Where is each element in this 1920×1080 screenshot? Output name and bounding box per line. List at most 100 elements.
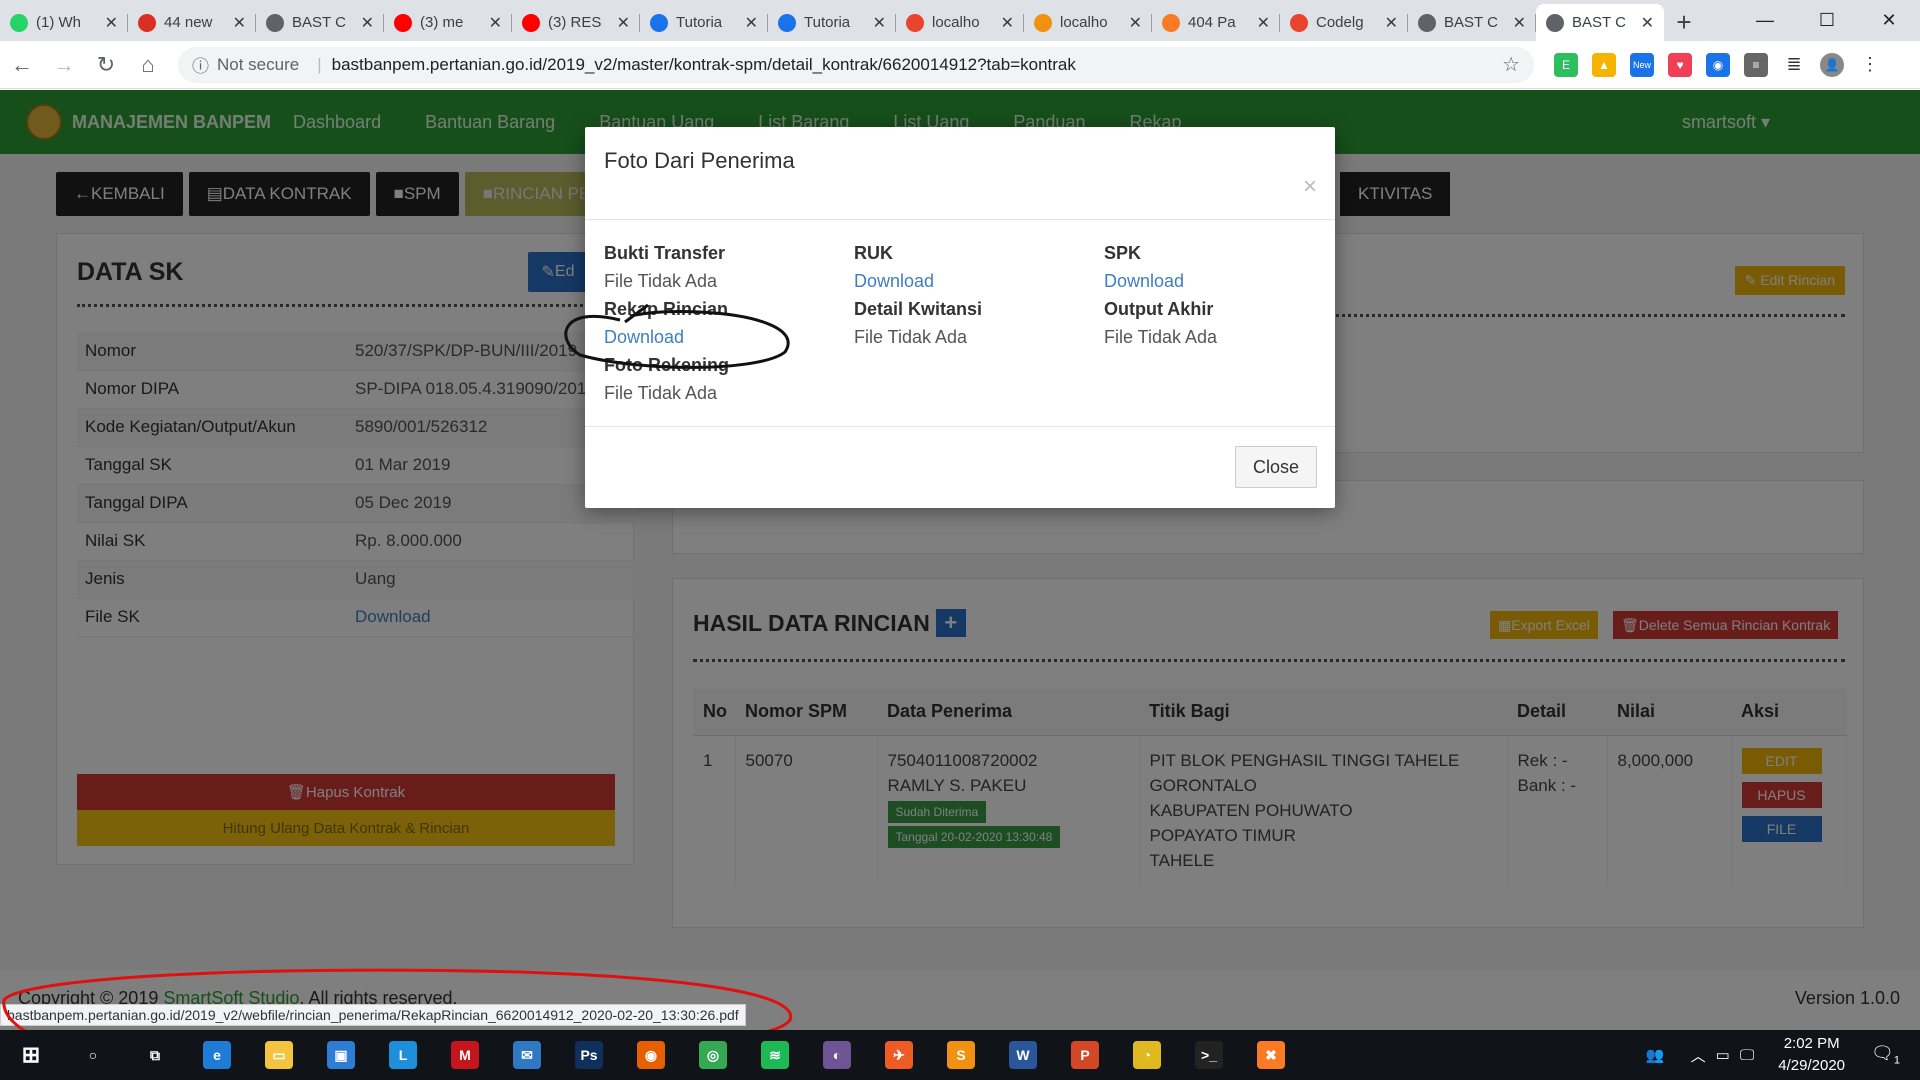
maximize-icon[interactable]: ☐ [1796, 0, 1858, 41]
security-label[interactable]: Not secure [217, 55, 299, 75]
browser-tab[interactable]: 404 Pa ✕ [1152, 4, 1280, 41]
close-window-icon[interactable]: ✕ [1858, 0, 1920, 41]
close-tab-icon[interactable]: ✕ [1385, 13, 1398, 33]
file-heading: Output Akhir [1104, 299, 1214, 319]
taskbar-app[interactable]: ◔ [1116, 1030, 1178, 1080]
shield-extension-icon[interactable]: ◉ [1706, 52, 1730, 77]
minimize-icon[interactable]: — [1734, 0, 1796, 41]
taskbar-app[interactable]: P [1054, 1030, 1116, 1080]
browser-tab[interactable]: BAST C ✕ [1536, 4, 1664, 41]
pocket-icon[interactable]: ♥ [1668, 52, 1692, 77]
browser-tab[interactable]: localho ✕ [896, 4, 1024, 41]
people-icon[interactable]: 👥 [1646, 1046, 1665, 1064]
file-explorer-icon: ▭ [265, 1041, 293, 1069]
task-view-icon: ⧉ [141, 1041, 169, 1069]
menu-kebab-icon[interactable]: ⋮ [1858, 52, 1882, 77]
evernote-icon[interactable]: E [1554, 52, 1578, 77]
tab-title: BAST C [292, 14, 346, 31]
globe-icon [1418, 13, 1436, 32]
tab-title: localho [1060, 14, 1108, 31]
browser-tab[interactable]: Codelg ✕ [1280, 4, 1408, 41]
home-icon[interactable]: ⌂ [128, 45, 168, 85]
bookmark-star-icon[interactable]: ☆ [1502, 52, 1520, 77]
modal-close-button[interactable]: Close [1235, 446, 1317, 488]
browser-tab[interactable]: BAST C ✕ [256, 4, 384, 41]
taskbar-app[interactable]: W [992, 1030, 1054, 1080]
taskbar-app[interactable]: Ps [558, 1030, 620, 1080]
new-tab-icon[interactable]: + [1664, 4, 1704, 41]
modal-divider [585, 426, 1335, 427]
taskbar-app[interactable]: ≋ [744, 1030, 806, 1080]
chrome-icon: ◎ [699, 1041, 727, 1069]
close-tab-icon[interactable]: ✕ [1001, 13, 1014, 33]
mcafee-icon: M [451, 1041, 479, 1069]
taskbar-app[interactable]: ✖ [1240, 1030, 1302, 1080]
gmail-icon [138, 13, 156, 32]
browser-tab[interactable]: Tutoria ✕ [640, 4, 768, 41]
taskbar-app[interactable]: ✈ [868, 1030, 930, 1080]
browser-tab-strip: (1) Wh ✕ 44 new ✕ BAST C ✕ (3) me ✕ (3) RES ✕ Tuto… [0, 0, 1920, 41]
browser-tab[interactable]: (3) me ✕ [384, 4, 512, 41]
taskbar-app[interactable]: e [186, 1030, 248, 1080]
close-tab-icon[interactable]: ✕ [233, 13, 246, 33]
close-tab-icon[interactable]: ✕ [1129, 13, 1142, 33]
taskbar-app[interactable]: ◉ [620, 1030, 682, 1080]
youtube-icon [522, 13, 540, 32]
close-tab-icon[interactable]: ✕ [617, 13, 630, 33]
tab-title: (3) me [420, 14, 464, 31]
browser-tab[interactable]: localho ✕ [1024, 4, 1152, 41]
download-link[interactable]: Download [1104, 268, 1354, 296]
close-tab-icon[interactable]: ✕ [361, 13, 374, 33]
url-text[interactable]: bastbanpem.pertanian.go.id/2019_v2/maste… [332, 55, 1502, 75]
close-tab-icon[interactable]: ✕ [489, 13, 502, 33]
file-heading: Bukti Transfer [604, 243, 726, 263]
address-bar[interactable]: ⓘ Not secure | bastbanpem.pertanian.go.i… [178, 46, 1534, 83]
tray-chevron-icon[interactable]: ︿ [1691, 1045, 1706, 1066]
github-icon: ◐ [823, 1041, 851, 1069]
close-tab-icon[interactable]: ✕ [105, 13, 118, 33]
taskbar-app[interactable]: L [372, 1030, 434, 1080]
browser-tab[interactable]: (1) Wh ✕ [0, 4, 128, 41]
forward-icon[interactable]: → [44, 45, 84, 85]
taskbar-app[interactable]: ▭ [248, 1030, 310, 1080]
browser-tab[interactable]: (3) RES ✕ [512, 4, 640, 41]
notification-icon[interactable]: 🗨1 [1871, 1043, 1900, 1067]
start-button[interactable]: ⊞ [0, 1030, 62, 1080]
tab-title: Tutoria [676, 14, 723, 31]
extension-new-icon[interactable]: New [1630, 52, 1654, 77]
taskbar-app[interactable]: M [434, 1030, 496, 1080]
info-icon[interactable]: ⓘ [192, 52, 209, 77]
taskbar-app[interactable]: ○ [62, 1030, 124, 1080]
profile-avatar[interactable]: 👤 [1820, 52, 1844, 77]
close-tab-icon[interactable]: ✕ [873, 13, 886, 33]
queue-icon[interactable]: ≣ [1782, 52, 1806, 77]
system-tray: 👥 ︿ ▭ 🖵 2:02 PM 4/29/2020 🗨1 [1646, 1030, 1920, 1080]
close-tab-icon[interactable]: ✕ [1641, 13, 1654, 33]
reload-icon[interactable]: ↻ [86, 45, 126, 85]
browser-tab[interactable]: 44 new ✕ [128, 4, 256, 41]
reader-extension-icon[interactable]: ≡ [1744, 52, 1768, 77]
taskbar-app[interactable]: ◐ [806, 1030, 868, 1080]
clock[interactable]: 2:02 PM 4/29/2020 [1778, 1033, 1845, 1077]
tab-title: 44 new [164, 14, 213, 31]
network-icon[interactable]: 🖵 [1740, 1047, 1754, 1064]
taskbar-app[interactable]: ▣ [310, 1030, 372, 1080]
close-tab-icon[interactable]: ✕ [745, 13, 758, 33]
back-icon[interactable]: ← [2, 45, 42, 85]
close-tab-icon[interactable]: ✕ [1257, 13, 1270, 33]
battery-icon[interactable]: ▭ [1716, 1046, 1730, 1064]
modal-close-icon[interactable]: × [1303, 173, 1317, 201]
browser-tab[interactable]: Tutoria ✕ [768, 4, 896, 41]
download-link[interactable]: Download [854, 268, 1104, 296]
download-link[interactable]: Download [604, 324, 854, 352]
taskbar-app[interactable]: ⧉ [124, 1030, 186, 1080]
cortana-icon: ○ [79, 1041, 107, 1069]
google-drive-icon[interactable]: ▲ [1592, 52, 1616, 77]
file-heading: Detail Kwitansi [854, 299, 983, 319]
browser-tab[interactable]: BAST C ✕ [1408, 4, 1536, 41]
taskbar-app[interactable]: ✉ [496, 1030, 558, 1080]
taskbar-app[interactable]: >_ [1178, 1030, 1240, 1080]
taskbar-app[interactable]: S [930, 1030, 992, 1080]
close-tab-icon[interactable]: ✕ [1513, 13, 1526, 33]
taskbar-app[interactable]: ◎ [682, 1030, 744, 1080]
